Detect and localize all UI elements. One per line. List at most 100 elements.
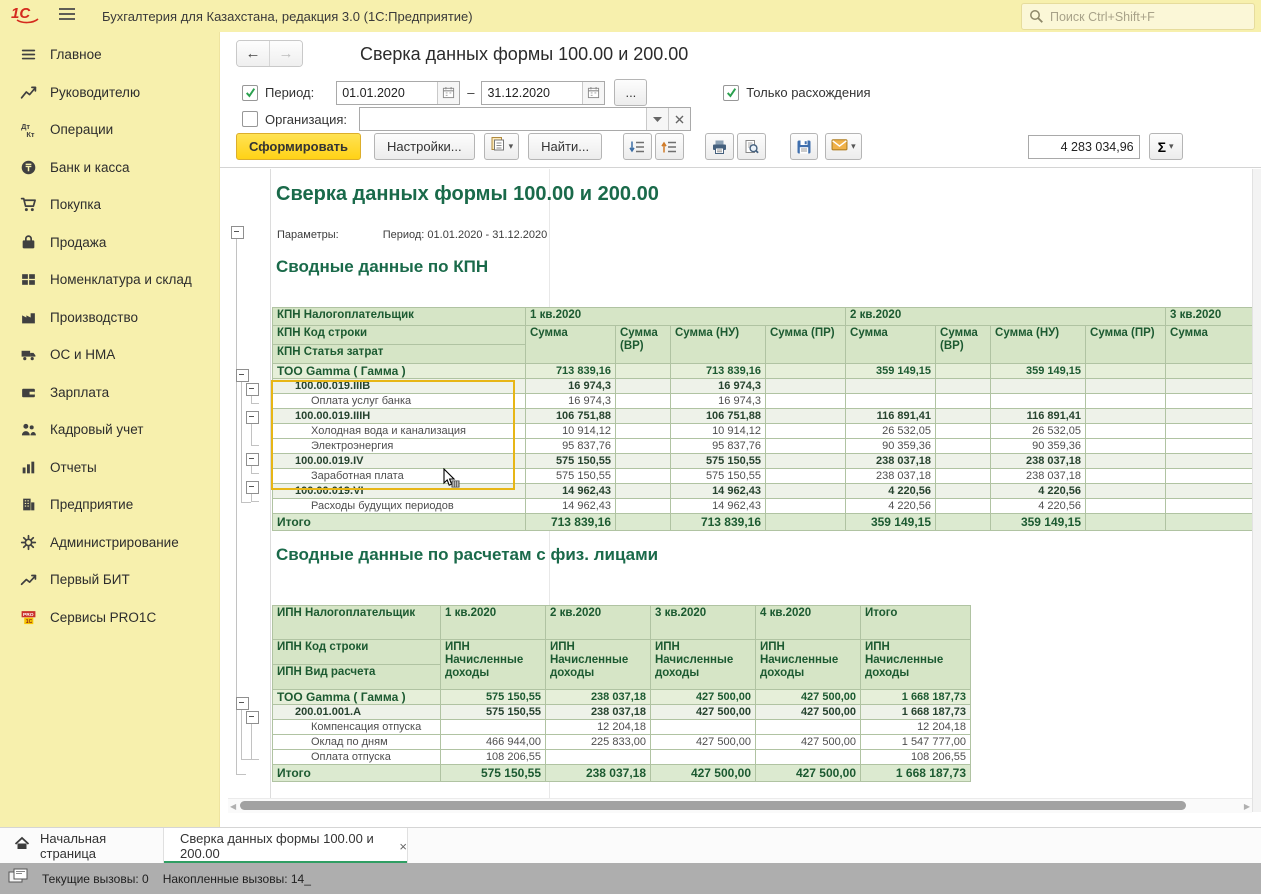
sidebar-item-sales[interactable]: Продажа — [0, 224, 219, 262]
value-cell[interactable]: 225 833,00 — [546, 735, 651, 750]
value-cell[interactable] — [756, 750, 861, 765]
row-label-cell[interactable]: Компенсация отпуска — [273, 720, 441, 735]
header-cell[interactable]: КПН Налогоплательщик — [273, 308, 526, 326]
value-cell[interactable] — [766, 424, 846, 439]
value-cell[interactable]: 359 149,15 — [991, 514, 1086, 531]
value-cell[interactable]: 27 586,97 — [1166, 394, 1252, 409]
value-cell[interactable]: 238 037,18 — [846, 454, 936, 469]
value-cell[interactable]: 4 220,56 — [991, 484, 1086, 499]
value-cell[interactable]: 16 974,3 — [526, 394, 616, 409]
value-cell[interactable] — [1086, 469, 1166, 484]
header-cell[interactable]: Сумма — [1166, 326, 1252, 364]
chevron-down-icon[interactable] — [646, 108, 668, 130]
header-cell[interactable]: Сумма — [526, 326, 616, 364]
header-cell[interactable]: 1 кв.2020 — [526, 308, 846, 326]
sidebar-item-enterprise[interactable]: Предприятие — [0, 486, 219, 524]
value-cell[interactable] — [766, 439, 846, 454]
value-cell[interactable]: 14 962,43 — [671, 499, 766, 514]
value-cell[interactable] — [766, 514, 846, 531]
row-label-cell[interactable]: Оплата отпуска — [273, 750, 441, 765]
value-cell[interactable]: 12 204,18 — [861, 720, 971, 735]
sidebar-item-operations[interactable]: ДтКтОперации — [0, 111, 219, 149]
value-cell[interactable] — [1086, 499, 1166, 514]
vertical-scrollbar[interactable] — [1252, 169, 1261, 812]
value-cell[interactable]: 106 751,88 — [671, 409, 766, 424]
value-cell[interactable] — [616, 439, 671, 454]
value-cell[interactable]: 575 150,55 — [526, 454, 616, 469]
header-cell[interactable]: Сумма (ВР) — [616, 326, 671, 364]
value-cell[interactable]: 427 500,00 — [756, 690, 861, 705]
value-cell[interactable]: 427 500 — [1166, 454, 1252, 469]
value-cell[interactable] — [1086, 454, 1166, 469]
row-label-cell[interactable]: 200.01.001.A — [273, 705, 441, 720]
value-cell[interactable] — [936, 454, 991, 469]
header-cell[interactable]: 3 кв.2020 — [1166, 308, 1252, 326]
preview-button[interactable] — [737, 133, 766, 160]
value-cell[interactable]: 90 359,36 — [991, 439, 1086, 454]
header-cell[interactable]: ИПН Код строки — [273, 640, 441, 665]
tab-active[interactable]: Сверка данных формы 100.00 и 200.00 × — [164, 828, 408, 864]
header-cell[interactable]: 1 кв.2020 — [441, 606, 546, 640]
value-cell[interactable] — [936, 514, 991, 531]
value-cell[interactable] — [1166, 499, 1252, 514]
period-from-input[interactable]: 01.01.2020 — [336, 81, 460, 105]
value-cell[interactable] — [1086, 439, 1166, 454]
value-cell[interactable]: 12 204,18 — [546, 720, 651, 735]
value-cell[interactable] — [616, 394, 671, 409]
value-cell[interactable]: 108 086,46 — [1166, 439, 1252, 454]
header-cell[interactable]: ИПН Налогоплательщик — [273, 606, 441, 640]
value-cell[interactable]: 359 149,15 — [846, 514, 936, 531]
sidebar-item-bank-cash[interactable]: Банк и касса — [0, 149, 219, 187]
sidebar-item-salary[interactable]: Зарплата — [0, 374, 219, 412]
value-cell[interactable] — [441, 720, 546, 735]
save-button[interactable] — [790, 133, 818, 160]
sidebar-item-purchase[interactable]: Покупка — [0, 186, 219, 224]
value-cell[interactable] — [616, 514, 671, 531]
value-cell[interactable]: 1 668 187,73 — [861, 705, 971, 720]
value-cell[interactable] — [1086, 424, 1166, 439]
only-differences-checkbox[interactable] — [723, 85, 739, 101]
header-cell[interactable]: ИПН Начисленные доходы — [756, 640, 861, 690]
sidebar-item-production[interactable]: Производство — [0, 299, 219, 337]
value-cell[interactable] — [766, 379, 846, 394]
settings-button[interactable]: Настройки... — [374, 133, 475, 160]
collapse-toggle[interactable] — [246, 481, 259, 494]
value-cell[interactable] — [991, 379, 1086, 394]
value-cell[interactable] — [936, 364, 991, 379]
value-cell[interactable] — [616, 469, 671, 484]
send-email-button[interactable]: ▾ — [825, 133, 862, 160]
value-cell[interactable]: 108 206,55 — [861, 750, 971, 765]
value-cell[interactable] — [1086, 379, 1166, 394]
value-cell[interactable]: 427 500,00 — [651, 690, 756, 705]
value-cell[interactable] — [936, 424, 991, 439]
value-cell[interactable] — [1086, 514, 1166, 531]
horizontal-scrollbar[interactable]: ◀ ▶ — [228, 798, 1252, 813]
value-cell[interactable]: 427 500,00 — [651, 735, 756, 750]
value-cell[interactable] — [616, 424, 671, 439]
global-search-input[interactable]: Поиск Ctrl+Shift+F — [1021, 3, 1255, 30]
value-cell[interactable] — [991, 394, 1086, 409]
value-cell[interactable]: 713 839,16 — [526, 364, 616, 379]
sidebar-item-pro1c-services[interactable]: PRO1CСервисы PRO1C — [0, 599, 219, 637]
value-cell[interactable]: 238 037,18 — [546, 705, 651, 720]
value-cell[interactable] — [1086, 484, 1166, 499]
value-cell[interactable]: 27 586,97 — [1166, 379, 1252, 394]
value-cell[interactable] — [936, 409, 991, 424]
value-cell[interactable]: 116 891,41 — [991, 409, 1086, 424]
value-cell[interactable]: 14 962,43 — [526, 499, 616, 514]
value-cell[interactable]: 95 837,76 — [671, 439, 766, 454]
value-cell[interactable]: 106 751,88 — [526, 409, 616, 424]
report-variants-button[interactable]: ▾ — [484, 133, 520, 160]
sum-button[interactable]: Σ ▾ — [1149, 133, 1183, 160]
value-cell[interactable] — [936, 439, 991, 454]
header-cell[interactable]: КПН Код строки — [273, 326, 526, 345]
header-cell[interactable]: ИПН Начисленные доходы — [546, 640, 651, 690]
value-cell[interactable]: 1 547 777,00 — [861, 735, 971, 750]
value-cell[interactable] — [651, 750, 756, 765]
sidebar-item-administration[interactable]: Администрирование — [0, 524, 219, 562]
value-cell[interactable]: 359 149,15 — [991, 364, 1086, 379]
autosum-field[interactable]: 4 283 034,96 — [1028, 135, 1140, 159]
collapse-toggle[interactable] — [236, 369, 249, 382]
value-cell[interactable]: 108 206,55 — [441, 750, 546, 765]
value-cell[interactable]: 14 962,43 — [526, 484, 616, 499]
